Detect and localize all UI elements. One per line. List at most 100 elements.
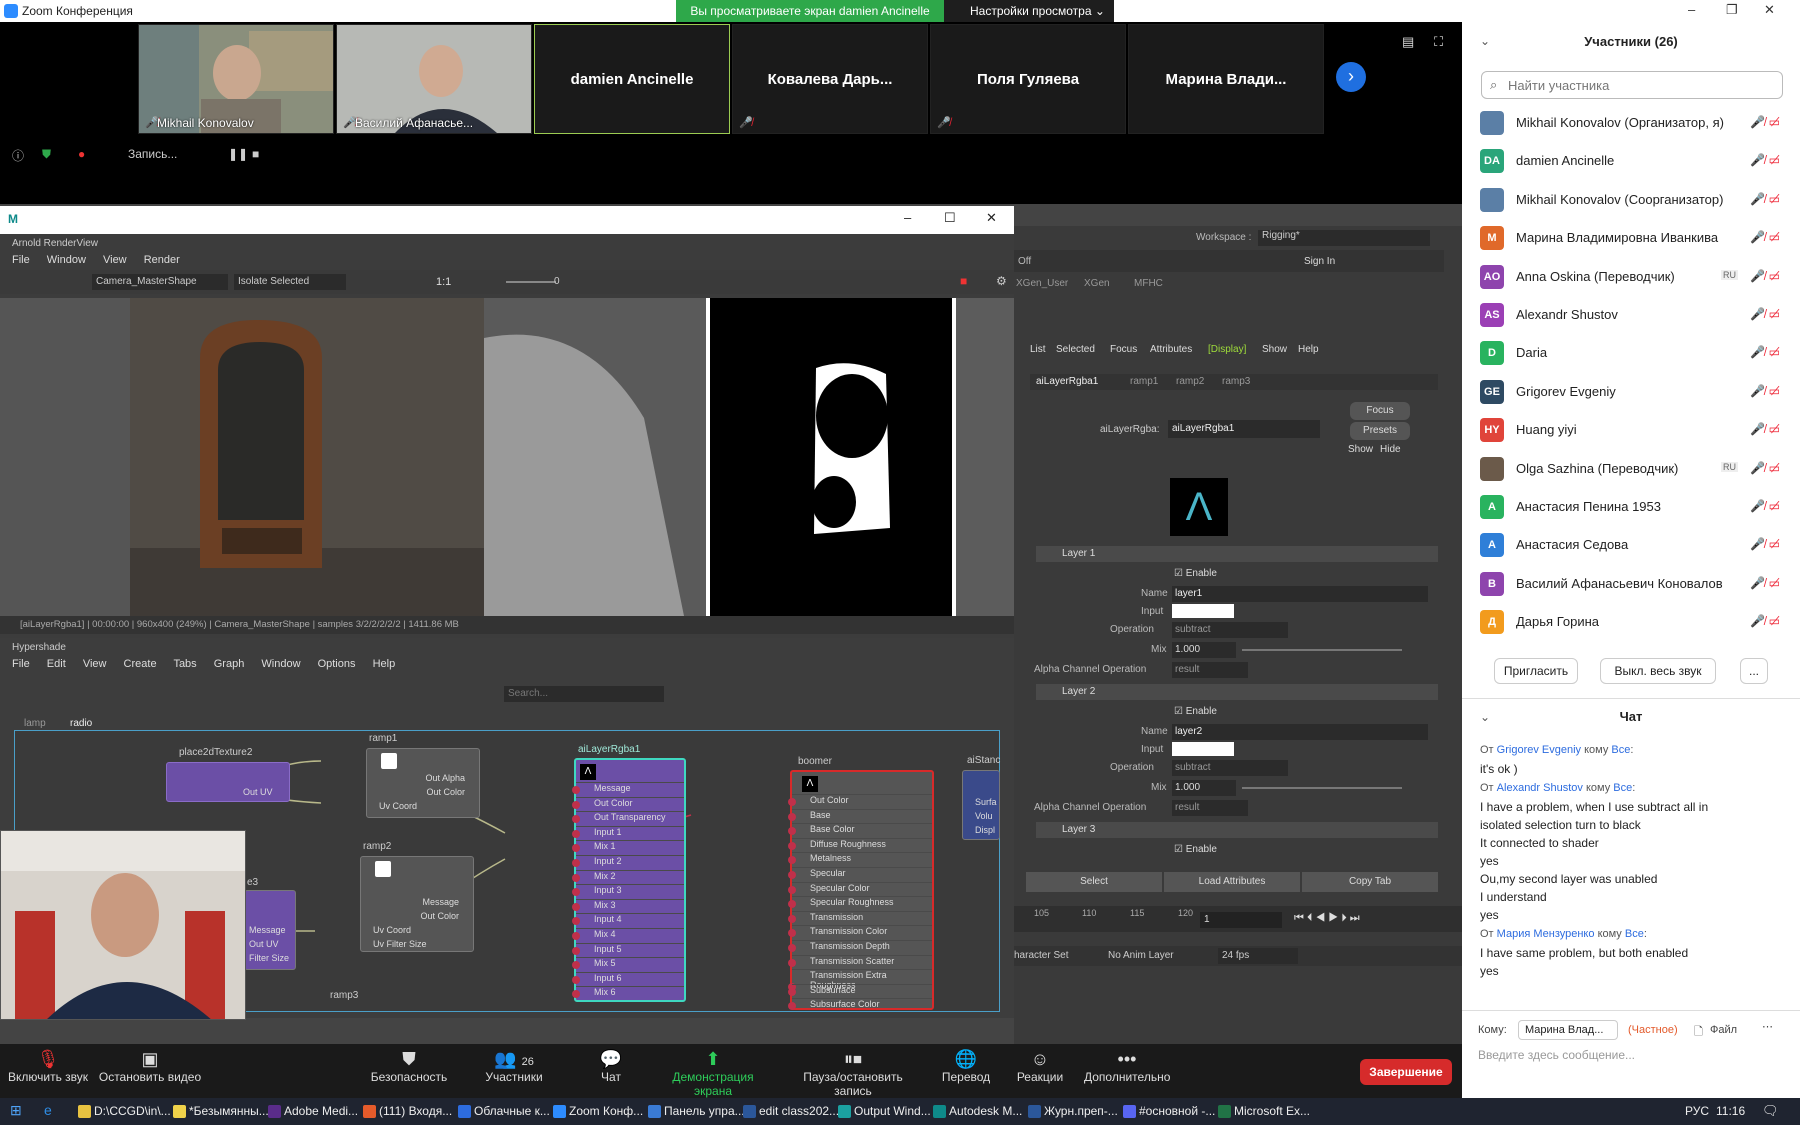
node-port-row[interactable]: Base Color [788,823,932,838]
ae-menu-item[interactable]: Selected [1056,344,1095,355]
participant-row[interactable]: A Анастасия Пенина 1953 🎤̸ ▭̸ [1462,487,1800,525]
windows-start-icon[interactable]: ⊞ [10,1102,22,1119]
hs-menu-item[interactable]: Graph [214,658,245,670]
participant-row[interactable]: D Daria 🎤̸ ▭̸ [1462,333,1800,371]
mute-all-button[interactable]: Выкл. весь звук [1600,658,1716,684]
participant-row[interactable]: Olga Sazhina (Переводчик) RU 🎤̸ ▭̸ [1462,449,1800,487]
ae-tab[interactable]: ramp2 [1176,376,1204,387]
ae-menu-item[interactable]: [Display] [1208,344,1246,355]
node-port-row[interactable]: Mix 1 [572,840,684,855]
port-dot[interactable] [572,873,580,882]
hs-tab-radio[interactable]: radio [70,718,92,729]
layer1-enable-checkbox[interactable]: ☑ Enable [1174,568,1217,579]
more-button[interactable]: ... [1740,658,1768,684]
port-dot[interactable] [572,961,580,970]
port-dot[interactable] [788,929,796,938]
close-icon[interactable]: ✕ [986,210,997,226]
layer3-header[interactable]: Layer 3 [1036,822,1438,838]
playback-controls-icon[interactable]: ⏮ ⏴ ◀ ▶ ⏵ ⏭ [1294,912,1360,925]
taskbar-item[interactable]: Adobe Medi... [266,1100,358,1123]
invite-button[interactable]: Пригласить [1494,658,1578,684]
node-port-row[interactable]: Transmission Color [788,925,932,940]
stop-video-button[interactable]: ▣ Остановить видео [98,1044,202,1098]
video-tile-4[interactable]: Ковалева Дарь... 🎤̸ [732,24,928,134]
port-dot[interactable] [572,800,580,809]
node-port-row[interactable]: Specular Roughness [788,896,932,911]
hide-button[interactable]: Hide [1380,444,1401,455]
ae-menu-item[interactable]: Attributes [1150,344,1192,355]
layout-icon[interactable]: ▤ [1402,34,1414,50]
participants-button[interactable]: 👥 26 Участники [484,1044,544,1098]
port-dot[interactable] [788,870,796,879]
taskbar-item[interactable]: *Безымянны... [171,1100,269,1123]
unmute-button[interactable]: 🎙 Включить звук [6,1044,90,1098]
port-dot[interactable] [788,841,796,850]
node-port-row[interactable]: Transmission [788,910,932,926]
port-dot[interactable] [572,990,580,999]
taskbar-item[interactable]: Журн.преп-... [1026,1100,1118,1123]
notifications-icon[interactable]: 🗨 [1762,1103,1779,1119]
node-port-row[interactable]: Mix 4 [572,927,684,943]
video-tile-1[interactable]: 🎤̸ Mikhail Konovalov [138,24,334,134]
hs-menu-item[interactable]: Help [373,658,396,670]
security-button[interactable]: ⛊ Безопасность [370,1044,448,1098]
video-tile-2[interactable]: 🎤̸ Василий Афанасье... [336,24,532,134]
participant-row[interactable]: DA damien Ancinelle 🎤̸ ▭̸ [1462,141,1800,179]
layer2-enable-checkbox[interactable]: ☑ Enable [1174,706,1217,717]
stop-render-icon[interactable]: ■ [960,274,967,288]
fullscreen-icon[interactable]: ⛶ [1434,34,1443,50]
participant-row[interactable]: М Марина Владимировна Иванкива 🎤̸ ▭̸ [1462,218,1800,256]
hs-menu-item[interactable]: File [12,658,30,670]
more-options-button[interactable]: ••• Дополнительно [1084,1044,1170,1098]
layer1-operation-select[interactable]: subtract [1172,622,1288,638]
node-boomer[interactable]: boomer Λ Out Color Base Base Color Diffuse … [788,756,934,1011]
layer1-alpha-select[interactable]: result [1172,662,1248,678]
shelf-tab[interactable]: XGen_User [1016,278,1068,289]
node-port-row[interactable]: Input 6 [572,971,684,987]
participant-row[interactable]: AO Anna Oskina (Переводчик) RU 🎤̸ ▭̸ [1462,257,1800,295]
maximize-icon[interactable]: ☐ [944,210,956,226]
node-port-row[interactable]: Transmission Extra Roughness [788,969,932,992]
pause-record-icon[interactable]: ❚❚ [228,147,248,161]
reactions-button[interactable]: ☺ Реакции [1014,1044,1066,1098]
pause-record-button[interactable]: ⏸⏹ Пауза/остановить запись [786,1044,920,1098]
port-dot[interactable] [572,975,580,984]
video-tile-3[interactable]: damien Ancinelle [534,24,730,134]
chat-sender[interactable]: Мария Мензуренко [1497,928,1595,940]
layer1-input-swatch[interactable] [1172,604,1234,618]
port-dot[interactable] [572,815,580,824]
hs-menu-item[interactable]: Tabs [173,658,196,670]
taskbar-item[interactable]: Облачные к... [456,1100,550,1123]
view-settings-button[interactable]: Настройки просмотра ⌄ [944,0,1114,22]
sign-in-button[interactable]: Sign In [1304,256,1335,267]
minimize-icon[interactable]: – [904,210,911,225]
character-set-label[interactable]: haracter Set [1014,950,1068,961]
exposure-slider[interactable] [506,281,556,283]
presets-button[interactable]: Presets [1350,422,1410,440]
restore-icon[interactable]: ❐ [1726,2,1738,18]
node-port-row[interactable]: Input 3 [572,884,684,899]
layer3-enable-checkbox[interactable]: ☑ Enable [1174,844,1217,855]
close-icon[interactable]: ✕ [1764,2,1775,18]
participant-row[interactable]: Mikhail Konovalov (Организатор, я) 🎤̸ ▭̸ [1462,103,1800,141]
gear-icon[interactable]: ⚙ [996,274,1007,288]
isolate-select[interactable]: Isolate Selected [234,274,346,290]
hs-menu-item[interactable]: Window [261,658,300,670]
port-dot[interactable] [572,902,580,911]
video-tile-6[interactable]: Марина Влади... [1128,24,1324,134]
node-port-row[interactable]: Metalness [788,852,932,867]
ae-menu-item[interactable]: Help [1298,344,1319,355]
ae-menu-item[interactable]: Show [1262,344,1287,355]
taskbar-item[interactable]: Output Wind... [836,1100,931,1123]
shelf-tab[interactable]: XGen [1084,278,1110,289]
taskbar-item[interactable]: Панель упра... [646,1100,745,1123]
taskbar-item[interactable]: Autodesk M... [931,1100,1022,1123]
arnold-menu-item[interactable]: Window [47,254,86,266]
fps-select[interactable]: 24 fps [1218,948,1298,964]
taskbar-item[interactable]: Zoom Конф... [551,1100,643,1123]
video-tile-5[interactable]: Поля Гуляева 🎤̸ [930,24,1126,134]
node-ailayerrgba[interactable]: aiLayerRgba1 Λ Message Out Color Out Trans… [572,744,686,1002]
node-port-row[interactable]: Diffuse Roughness [788,837,932,853]
language-indicator[interactable]: РУС [1685,1104,1709,1118]
node-port-row[interactable]: Mix 3 [572,898,684,914]
